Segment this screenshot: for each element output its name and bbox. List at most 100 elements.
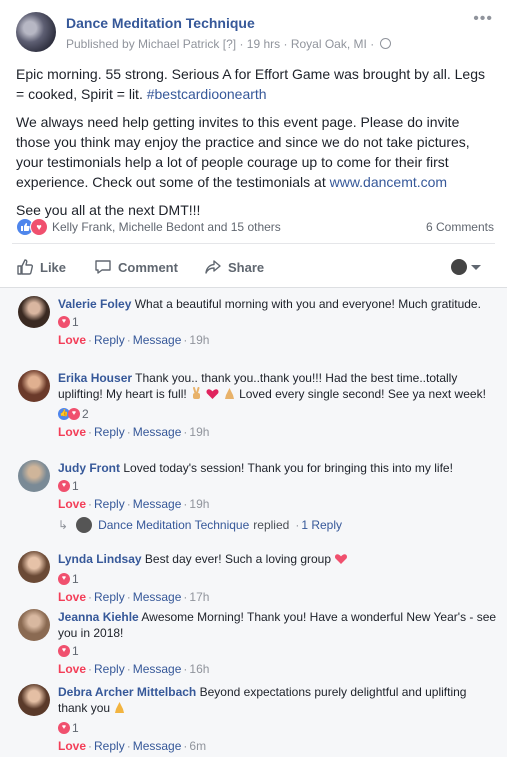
message-link[interactable]: Message: [133, 497, 182, 511]
viewer-avatar-selector[interactable]: [451, 258, 485, 278]
reply-link[interactable]: Reply: [94, 333, 125, 347]
reply-link[interactable]: Reply: [94, 662, 125, 676]
post-paragraph-2: We always need help getting invites to t…: [16, 114, 470, 190]
facebook-post: Dance Meditation Technique Published by …: [0, 0, 507, 757]
post-paragraph-1: Epic morning. 55 strong. Serious A for E…: [16, 66, 485, 102]
comment-text: Valerie Foley What a beautiful morning w…: [58, 297, 481, 311]
post-meta: Published by Michael Patrick [?] · 19 hr…: [66, 37, 391, 51]
share-arrow-icon: [205, 260, 221, 274]
comment-time[interactable]: 19h: [189, 333, 209, 347]
post-time[interactable]: 19 hrs: [247, 37, 280, 51]
red-heart-icon: [206, 388, 219, 404]
share-button[interactable]: Share: [204, 258, 264, 276]
love-reaction-icon: ♥: [58, 645, 70, 657]
comment-text: Judy Front Loved today's session! Thank …: [58, 461, 453, 475]
reply-link[interactable]: Reply: [94, 497, 125, 511]
help-link[interactable]: [?]: [223, 37, 236, 51]
view-replies-link[interactable]: ↳ Dance Meditation Technique replied · 1…: [58, 515, 342, 535]
post-header: Dance Meditation Technique Published by …: [0, 0, 507, 60]
avatar: [76, 517, 93, 533]
comment-time[interactable]: 19h: [189, 425, 209, 439]
comment-time[interactable]: 6m: [189, 739, 206, 753]
avatar[interactable]: [18, 551, 50, 583]
avatar[interactable]: [18, 609, 50, 641]
like-button[interactable]: Like: [16, 258, 66, 276]
page-avatar[interactable]: [16, 12, 56, 52]
comment-text: Erika Houser Thank you.. thank you..than…: [58, 370, 498, 404]
comment-actions: Love · Reply · Message · 6m: [58, 739, 207, 753]
comment-bubble-icon: [95, 260, 111, 274]
comment-button[interactable]: Comment: [94, 258, 178, 276]
reactions-bar: ♥ Kelly Frank, Michelle Bedont and 15 ot…: [16, 216, 494, 238]
comment-author[interactable]: Valerie Foley: [58, 297, 131, 311]
love-reaction-icon: ♥: [68, 408, 80, 420]
reaction-names[interactable]: Kelly Frank, Michelle Bedont and 15 othe…: [52, 220, 281, 234]
reply-arrow-icon: ↳: [58, 518, 69, 532]
website-link[interactable]: www.dancemt.com: [330, 174, 447, 190]
comment-author[interactable]: Lynda Lindsay: [58, 552, 142, 566]
comment-reaction-count[interactable]: ♥ 1: [58, 571, 498, 587]
folded-hands-icon: [223, 387, 236, 404]
comment-reaction-count[interactable]: ♥ 1: [58, 720, 498, 736]
message-link[interactable]: Message: [133, 590, 182, 604]
comment-text: Debra Archer Mittelbach Beyond expectati…: [58, 684, 498, 718]
reply-link[interactable]: Reply: [94, 590, 125, 604]
comment-actions: Love · Reply · Message · 19h: [58, 333, 210, 347]
love-action[interactable]: Love: [58, 590, 86, 604]
love-action[interactable]: Love: [58, 497, 86, 511]
love-action[interactable]: Love: [58, 662, 86, 676]
comment-actions: Love · Reply · Message · 16h: [58, 662, 210, 676]
message-link[interactable]: Message: [133, 425, 182, 439]
avatar: [451, 259, 467, 275]
love-reaction-icon: ♥: [58, 316, 70, 328]
love-reaction-icon: ♥: [58, 573, 70, 585]
message-link[interactable]: Message: [133, 662, 182, 676]
heart-icon: [334, 553, 348, 569]
published-by: Published by Michael Patrick: [66, 37, 220, 51]
more-options-icon[interactable]: •••: [473, 10, 493, 28]
globe-icon: [379, 38, 391, 49]
love-reaction-icon: ♥: [58, 480, 70, 492]
chevron-down-icon: [471, 265, 481, 270]
comment-actions: Love · Reply · Message · 19h: [58, 425, 210, 439]
post-actions: Like Comment Share: [0, 252, 507, 284]
avatar[interactable]: [18, 684, 50, 716]
comment-text: Jeanna Kiehle Awesome Morning! Thank you…: [58, 610, 497, 640]
folded-hands-icon: [113, 701, 126, 718]
comment-reaction-count[interactable]: ♥ 1: [58, 643, 498, 659]
love-reaction-icon: ♥: [58, 722, 70, 734]
love-action[interactable]: Love: [58, 739, 86, 753]
comment-text: Lynda Lindsay Best day ever! Such a lovi…: [58, 551, 498, 569]
hashtag-link[interactable]: #bestcardioonearth: [147, 86, 267, 102]
avatar[interactable]: [18, 460, 50, 492]
comment-author[interactable]: Judy Front: [58, 461, 120, 475]
comment-author[interactable]: Debra Archer Mittelbach: [58, 685, 196, 699]
comment-reaction-count[interactable]: 👍 ♥ 2: [58, 406, 498, 422]
comment-reaction-count[interactable]: ♥ 1: [58, 478, 498, 494]
reply-link[interactable]: Reply: [94, 739, 125, 753]
love-reaction-icon: ♥: [30, 218, 48, 236]
comment-author[interactable]: Erika Houser: [58, 371, 132, 385]
comment-author[interactable]: Jeanna Kiehle: [58, 610, 139, 624]
reply-page-name: Dance Meditation Technique: [98, 518, 250, 532]
victory-hand-icon: [190, 387, 203, 404]
post-location[interactable]: Royal Oak, MI: [291, 37, 367, 51]
comment-time[interactable]: 19h: [189, 497, 209, 511]
reply-link[interactable]: Reply: [94, 425, 125, 439]
avatar[interactable]: [18, 296, 50, 328]
reaction-icons[interactable]: ♥: [16, 218, 52, 236]
message-link[interactable]: Message: [133, 333, 182, 347]
message-link[interactable]: Message: [133, 739, 182, 753]
love-action[interactable]: Love: [58, 425, 86, 439]
comment-reaction-count[interactable]: ♥ 1: [58, 314, 498, 330]
comment-actions: Love · Reply · Message · 17h: [58, 590, 210, 604]
comment-actions: Love · Reply · Message · 19h: [58, 497, 210, 511]
comment-time[interactable]: 16h: [189, 662, 209, 676]
post-body: Epic morning. 55 strong. Serious A for E…: [16, 64, 494, 228]
comment-time[interactable]: 17h: [189, 590, 209, 604]
avatar[interactable]: [18, 370, 50, 402]
comments-section: Valerie Foley What a beautiful morning w…: [0, 287, 507, 757]
page-name-link[interactable]: Dance Meditation Technique: [66, 15, 255, 31]
comments-count[interactable]: 6 Comments: [426, 220, 494, 234]
love-action[interactable]: Love: [58, 333, 86, 347]
